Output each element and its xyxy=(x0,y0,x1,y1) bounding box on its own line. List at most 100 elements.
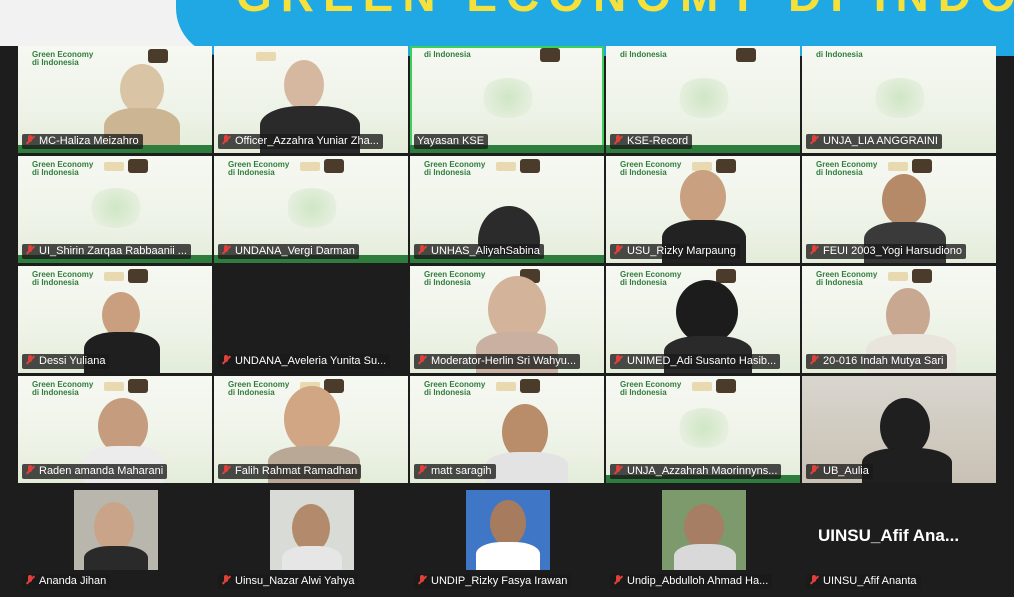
video-tile-camera-off[interactable]: UNDANA_Aveleria Yunita Su... xyxy=(214,266,408,373)
video-tile[interactable]: Green Economy di Indonesia 20-016 Indah M… xyxy=(802,266,996,373)
participant-name-label: UNDIP_Rizky Fasya Irawan xyxy=(414,574,572,589)
video-tile-camera-off[interactable]: UINSU_Afif Ana... UINSU_Afif Ananta xyxy=(802,486,996,593)
video-tile[interactable]: Green Economy di Indonesia Moderator-Herl… xyxy=(410,266,604,373)
participant-name-label: UB_Aulia xyxy=(806,464,873,479)
event-badge-icon xyxy=(496,162,516,171)
video-tile[interactable]: Green Economy di Indonesia Falih Rahmat R… xyxy=(214,376,408,483)
participant-name-label: UNDANA_Vergi Darman xyxy=(218,244,359,259)
event-badge-icon xyxy=(716,379,736,393)
mic-muted-icon xyxy=(613,575,623,586)
mic-muted-icon xyxy=(417,355,427,366)
event-badge-icon xyxy=(716,269,736,283)
event-badge-icon xyxy=(300,162,320,171)
event-badge-icon xyxy=(104,272,124,281)
mic-muted-icon xyxy=(417,245,427,256)
camera-off-display-name: UINSU_Afif Ana... xyxy=(818,526,960,545)
participant-name-label: Moderator-Herlin Sri Wahyu... xyxy=(414,354,581,369)
mic-muted-icon xyxy=(221,355,231,366)
event-badge-icon xyxy=(128,269,148,283)
video-tile[interactable]: Green Economy di Indonesia UI_Shirin Zarq… xyxy=(18,156,212,263)
event-badge-icon xyxy=(148,49,168,63)
participant-face xyxy=(284,60,324,110)
event-badge-icon xyxy=(888,272,908,281)
slide-logo: Green Economy di Indonesia xyxy=(32,50,94,67)
video-tile[interactable]: Green Economy di Indonesia MC-Haliza Meiz… xyxy=(18,46,212,153)
video-tile[interactable]: Green Economy di Indonesia UNDANA_Vergi D… xyxy=(214,156,408,263)
lightbulb-graphic xyxy=(284,188,340,228)
mic-muted-icon xyxy=(809,135,819,146)
participant-name-label: UI_Shirin Zarqaa Rabbaanii ... xyxy=(22,244,191,259)
mic-muted-icon xyxy=(221,245,231,256)
video-tile[interactable]: Green Economy di Indonesia Raden amanda M… xyxy=(18,376,212,483)
lightbulb-graphic xyxy=(676,78,732,118)
video-tile[interactable]: di Indonesia KSE-Record xyxy=(606,46,800,153)
mic-muted-icon xyxy=(613,355,623,366)
video-tile[interactable]: Officer_Azzahra Yuniar Zha... xyxy=(214,46,408,153)
participant-face xyxy=(676,280,738,344)
slide-logo: Green Economy di Indonesia xyxy=(32,160,94,177)
event-badge-icon xyxy=(256,52,276,61)
video-tile[interactable]: Ananda Jihan xyxy=(18,486,212,593)
video-tile[interactable]: Green Economy di Indonesia matt saragih xyxy=(410,376,604,483)
video-tile[interactable]: UNDIP_Rizky Fasya Irawan xyxy=(410,486,604,593)
slide-logo: Green Economy di Indonesia xyxy=(424,380,486,397)
participant-name-label: Officer_Azzahra Yuniar Zha... xyxy=(218,134,383,149)
participant-face xyxy=(120,64,164,114)
slide-logo: di Indonesia xyxy=(816,50,863,59)
slide-logo: di Indonesia xyxy=(424,50,471,59)
video-tile-active-speaker[interactable]: di Indonesia Yayasan KSE xyxy=(410,46,604,153)
slide-logo: Green Economy di Indonesia xyxy=(620,380,682,397)
participant-name-label: UINSU_Afif Ananta xyxy=(806,574,921,589)
lightbulb-graphic xyxy=(676,408,732,448)
mic-muted-icon xyxy=(25,575,35,586)
lightbulb-graphic xyxy=(872,78,928,118)
slide-logo: Green Economy di Indonesia xyxy=(424,270,486,287)
event-badge-icon xyxy=(912,159,932,173)
participant-name-label: Ananda Jihan xyxy=(22,574,111,589)
video-tile[interactable]: Green Economy di Indonesia Dessi Yuliana xyxy=(18,266,212,373)
event-badge-icon xyxy=(520,159,540,173)
participant-name-label: UNJA_LIA ANGGRAINI xyxy=(806,134,942,149)
slide-logo: Green Economy di Indonesia xyxy=(620,270,682,287)
participant-name-label: MC-Haliza Meizahro xyxy=(22,134,143,149)
participant-photo xyxy=(74,490,158,570)
slide-logo: Green Economy di Indonesia xyxy=(32,270,94,287)
event-badge-icon xyxy=(104,382,124,391)
slide-logo: Green Economy di Indonesia xyxy=(620,160,682,177)
participant-name-label: UNIMED_Adi Susanto Hasib... xyxy=(610,354,781,369)
event-badge-icon xyxy=(520,379,540,393)
video-tile[interactable]: Green Economy di Indonesia FEUI 2003_Yogi… xyxy=(802,156,996,263)
video-tile[interactable]: Green Economy di Indonesia UNJA_Azzahrah … xyxy=(606,376,800,483)
participant-body xyxy=(862,448,952,483)
video-tile[interactable]: Uinsu_Nazar Alwi Yahya xyxy=(214,486,408,593)
mic-muted-icon xyxy=(809,465,819,476)
mic-muted-icon xyxy=(809,355,819,366)
participant-name-label: Dessi Yuliana xyxy=(22,354,110,369)
video-tile[interactable]: UB_Aulia xyxy=(802,376,996,483)
video-tile[interactable]: Green Economy di Indonesia UNHAS_AliyahSa… xyxy=(410,156,604,263)
event-badge-icon xyxy=(540,48,560,62)
participant-name-label: 20-016 Indah Mutya Sari xyxy=(806,354,948,369)
video-tile[interactable]: Green Economy di Indonesia UNIMED_Adi Sus… xyxy=(606,266,800,373)
mic-muted-icon xyxy=(417,575,427,586)
lightbulb-graphic xyxy=(480,78,536,118)
mic-muted-icon xyxy=(221,135,231,146)
video-tile[interactable]: di Indonesia UNJA_LIA ANGGRAINI xyxy=(802,46,996,153)
participant-name-label: matt saragih xyxy=(414,464,496,479)
participant-photo xyxy=(270,490,354,570)
video-tile[interactable]: Green Economy di Indonesia USU_Rizky Marp… xyxy=(606,156,800,263)
video-tile[interactable]: Undip_Abdulloh Ahmad Ha... xyxy=(606,486,800,593)
slide-logo: Green Economy di Indonesia xyxy=(228,380,290,397)
event-badge-icon xyxy=(324,159,344,173)
participant-photo xyxy=(466,490,550,570)
mic-muted-icon xyxy=(25,465,35,476)
participant-name-label: Uinsu_Nazar Alwi Yahya xyxy=(218,574,359,589)
participant-name-label: UNHAS_AliyahSabina xyxy=(414,244,544,259)
mic-muted-icon xyxy=(613,245,623,256)
participant-name-label: FEUI 2003_Yogi Harsudiono xyxy=(806,244,967,259)
participant-name-label: UNJA_Azzahrah Maorinnyns... xyxy=(610,464,782,479)
participant-name-label: UNDANA_Aveleria Yunita Su... xyxy=(218,354,391,369)
slide-logo: di Indonesia xyxy=(620,50,667,59)
event-badge-icon xyxy=(128,379,148,393)
participant-face xyxy=(882,174,926,226)
